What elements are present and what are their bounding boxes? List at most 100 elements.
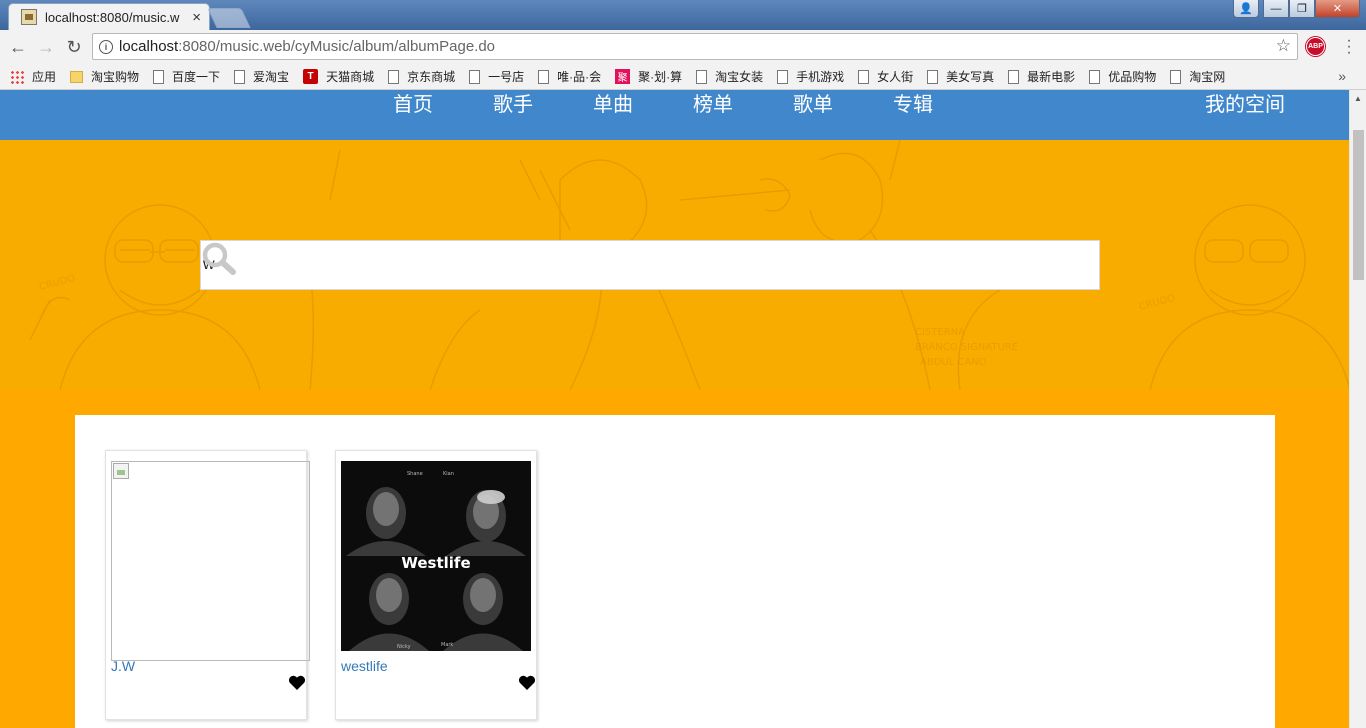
minimize-button[interactable]: — xyxy=(1263,0,1289,18)
page-icon xyxy=(927,69,939,84)
bookmark-label: 最新电影 xyxy=(1027,70,1076,84)
bookmark-item[interactable]: 应用 xyxy=(10,68,56,85)
bookmark-label: 应用 xyxy=(32,70,57,84)
site-navbar: 首页 歌手 单曲 榜单 歌单 专辑 我的空间 xyxy=(0,90,1349,140)
svg-text:BRANCO SIGNATURE: BRANCO SIGNATURE xyxy=(915,342,1018,353)
bookmark-label: 天猫商城 xyxy=(326,70,375,84)
bookmark-item[interactable]: 聚聚·划·算 xyxy=(615,68,682,85)
page-icon xyxy=(469,69,481,84)
page-icon xyxy=(1170,69,1182,84)
scrollbar-thumb[interactable] xyxy=(1353,130,1364,280)
bookmark-item[interactable]: 最新电影 xyxy=(1008,68,1075,85)
browser-toolbar: ← → ↻ i localhost:8080/music.web/cyMusic… xyxy=(0,30,1366,64)
back-button[interactable]: ← xyxy=(4,37,32,58)
cover-title: Westlife xyxy=(401,554,470,572)
reload-button[interactable]: ↻ xyxy=(60,37,88,58)
maximize-button[interactable]: ❐ xyxy=(1289,0,1315,18)
tab-title: localhost:8080/music.w xyxy=(45,9,180,25)
browser-tab[interactable]: localhost:8080/music.w × xyxy=(8,3,210,30)
svg-text:CRUDO: CRUDO xyxy=(38,273,77,293)
browser-menu-icon[interactable]: · · · xyxy=(1340,33,1358,61)
vertical-scrollbar[interactable]: ▲ xyxy=(1349,90,1366,728)
nav-my-space[interactable]: 我的空间 xyxy=(1205,90,1285,117)
bookmark-item[interactable]: 一号店 xyxy=(469,68,524,85)
bookmark-label: 一号店 xyxy=(488,70,525,84)
bookmark-item[interactable]: 爱淘宝 xyxy=(234,68,289,85)
juhuasuan-icon: 聚 xyxy=(615,69,631,84)
svg-text:CISTERNA: CISTERNA xyxy=(915,327,965,338)
bookmark-label: 淘宝网 xyxy=(1189,70,1226,84)
bookmark-item[interactable]: T 天猫商城 xyxy=(303,68,374,85)
user-profile-icon[interactable]: 👤 xyxy=(1233,0,1259,18)
bookmark-label: 淘宝女装 xyxy=(715,70,764,84)
cover-member-name: Mark xyxy=(441,642,453,648)
bookmark-label: 唯·品·会 xyxy=(557,70,602,84)
bookmark-item[interactable]: 女人街 xyxy=(858,68,913,85)
cover-member-name: Nicky xyxy=(397,644,411,650)
bookmarks-bar: 应用 淘宝购物 百度一下 爱淘宝 T 天猫商城 京东商城 一号店 唯·品·会聚聚·划·算 淘宝女装… xyxy=(0,64,1366,90)
tab-close-icon[interactable]: × xyxy=(192,9,201,26)
svg-text:CRUDO: CRUDO xyxy=(1138,293,1177,313)
bookmark-label: 百度一下 xyxy=(172,70,221,84)
search-input[interactable] xyxy=(201,241,1041,289)
bookmark-item[interactable]: 手机游戏 xyxy=(777,68,844,85)
bookmark-item[interactable]: 唯·品·会 xyxy=(538,68,601,85)
search-icon[interactable] xyxy=(201,241,237,275)
bookmark-label: 淘宝购物 xyxy=(91,70,140,84)
new-tab-button[interactable] xyxy=(207,8,251,28)
adblock-plus-icon[interactable]: ABP xyxy=(1306,37,1325,56)
svg-text:ABDUL CANO: ABDUL CANO xyxy=(920,357,987,368)
album-cover-westlife[interactable]: Westlife Shane Kian Nicky Mark xyxy=(341,461,531,651)
browser-tabstrip: localhost:8080/music.w × 👤 — ❐ ✕ xyxy=(0,0,1366,30)
album-name-link[interactable]: J.W xyxy=(111,658,135,674)
album-cover-broken-image[interactable] xyxy=(111,461,310,661)
search-box xyxy=(200,240,1100,290)
page-icon xyxy=(538,69,550,84)
album-card[interactable]: Westlife Shane Kian Nicky Mark westlife xyxy=(335,450,537,720)
page-icon xyxy=(234,69,246,84)
album-card[interactable]: J.W xyxy=(105,450,310,720)
bookmark-item[interactable]: 淘宝购物 xyxy=(70,68,139,85)
url-text: localhost:8080/music.web/cyMusic/album/a… xyxy=(119,38,495,55)
nav-playlists[interactable]: 歌单 xyxy=(793,90,833,117)
bookmark-item[interactable]: 美女写真 xyxy=(927,68,994,85)
nav-charts[interactable]: 榜单 xyxy=(693,90,733,117)
page-icon xyxy=(153,69,165,84)
heart-icon[interactable] xyxy=(288,675,306,691)
page-icon xyxy=(777,69,789,84)
scroll-up-arrow-icon[interactable]: ▲ xyxy=(1354,94,1362,103)
bookmark-label: 女人街 xyxy=(877,70,914,84)
forward-button[interactable]: → xyxy=(32,37,60,58)
bookmarks-overflow-icon[interactable]: » xyxy=(1338,68,1346,84)
cover-member-name: Shane xyxy=(407,471,423,477)
tmall-icon: T xyxy=(303,69,319,84)
heart-icon[interactable] xyxy=(518,675,536,691)
folder-icon xyxy=(70,70,84,83)
url-host: localhost xyxy=(119,38,179,55)
nav-albums[interactable]: 专辑 xyxy=(893,90,933,117)
bookmark-item[interactable]: 淘宝女装 xyxy=(696,68,763,85)
site-info-icon[interactable]: i xyxy=(99,39,113,54)
bookmark-item[interactable]: 淘宝网 xyxy=(1170,68,1225,85)
bookmark-item[interactable]: 优品购物 xyxy=(1089,68,1156,85)
tab-favicon-icon xyxy=(21,9,37,25)
bookmark-label: 优品购物 xyxy=(1108,70,1157,84)
close-window-button[interactable]: ✕ xyxy=(1315,0,1360,18)
window-controls: 👤 — ❐ ✕ xyxy=(1233,0,1360,18)
address-bar[interactable]: i localhost:8080/music.web/cyMusic/album… xyxy=(92,33,1298,60)
nav-songs[interactable]: 单曲 xyxy=(593,90,633,117)
page-icon xyxy=(858,69,870,84)
apps-icon xyxy=(10,69,24,84)
album-name-link[interactable]: westlife xyxy=(341,658,388,674)
bookmark-star-icon[interactable]: ☆ xyxy=(1276,36,1291,56)
bookmark-item[interactable]: 京东商城 xyxy=(388,68,455,85)
bookmark-label: 聚·划·算 xyxy=(638,70,683,84)
bookmark-item[interactable]: 百度一下 xyxy=(153,68,220,85)
broken-image-icon xyxy=(113,463,129,479)
bookmark-label: 美女写真 xyxy=(946,70,995,84)
url-path: :8080/music.web/cyMusic/album/albumPage.… xyxy=(178,38,496,55)
nav-singers[interactable]: 歌手 xyxy=(493,90,533,117)
bookmark-label: 爱淘宝 xyxy=(253,70,290,84)
nav-home[interactable]: 首页 xyxy=(393,90,433,117)
page-icon xyxy=(696,69,708,84)
